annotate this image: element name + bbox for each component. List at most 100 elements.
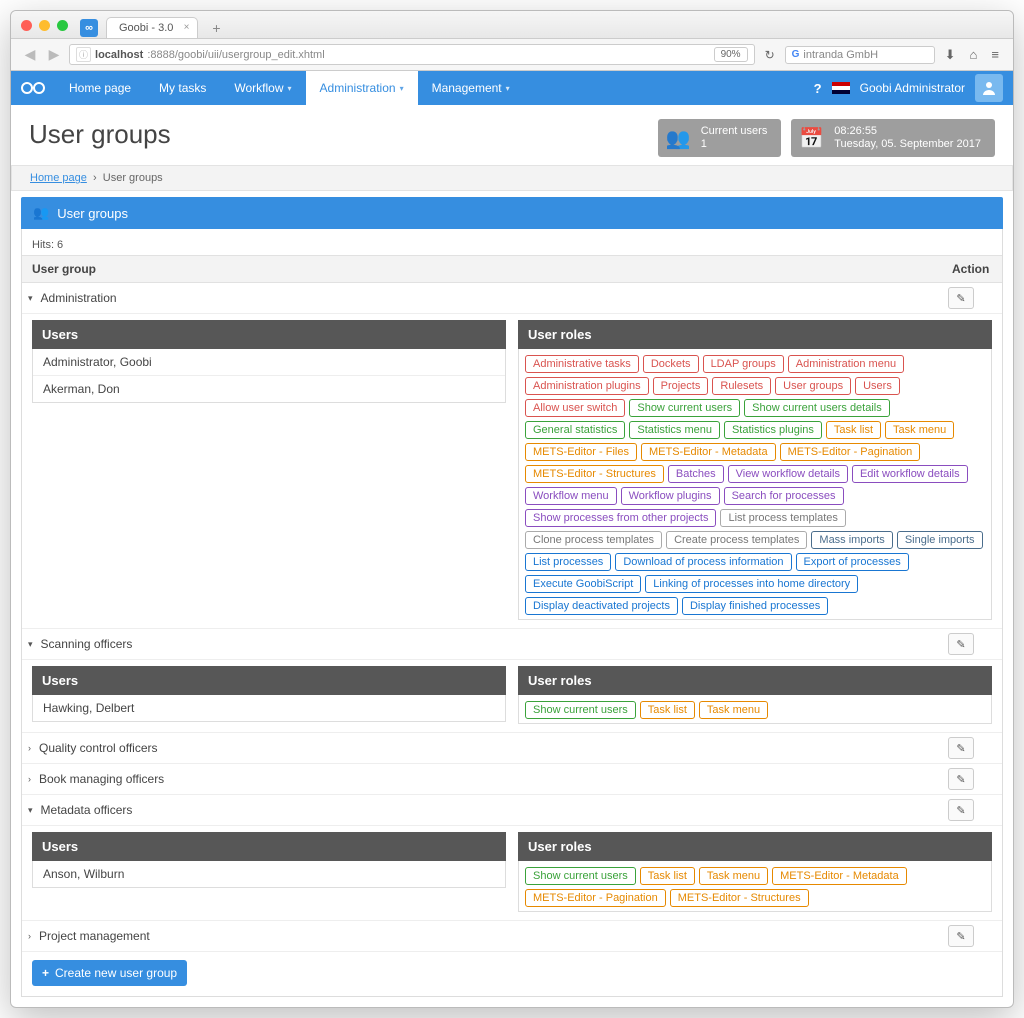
language-flag-icon[interactable] bbox=[832, 82, 850, 94]
edit-button[interactable]: ✎ bbox=[948, 633, 974, 655]
reload-button[interactable]: ↻ bbox=[761, 48, 779, 62]
user-item[interactable]: Administrator, Goobi bbox=[33, 349, 505, 376]
role-tag[interactable]: Allow user switch bbox=[525, 399, 625, 417]
role-tag[interactable]: METS-Editor - Pagination bbox=[780, 443, 921, 461]
role-tag[interactable]: View workflow details bbox=[728, 465, 848, 483]
browser-tab[interactable]: Goobi - 3.0 × bbox=[106, 17, 198, 38]
role-tag[interactable]: METS-Editor - Metadata bbox=[641, 443, 776, 461]
role-tag[interactable]: Linking of processes into home directory bbox=[645, 575, 858, 593]
role-tag[interactable]: Task menu bbox=[699, 701, 768, 719]
user-item[interactable]: Anson, Wilburn bbox=[33, 861, 505, 887]
new-tab-button[interactable]: + bbox=[206, 20, 226, 36]
role-tag[interactable]: Dockets bbox=[643, 355, 699, 373]
nav-my-tasks[interactable]: My tasks bbox=[145, 71, 220, 105]
role-tag[interactable]: Projects bbox=[653, 377, 709, 395]
expand-toggle-icon[interactable]: ▾ bbox=[22, 805, 39, 816]
role-tag[interactable]: Show current users bbox=[525, 867, 636, 885]
close-tab-icon[interactable]: × bbox=[184, 22, 190, 33]
role-tag[interactable]: METS-Editor - Pagination bbox=[525, 889, 666, 907]
role-tag[interactable]: Statistics plugins bbox=[724, 421, 822, 439]
nav-management[interactable]: Management▾ bbox=[418, 71, 524, 105]
user-item[interactable]: Akerman, Don bbox=[33, 376, 505, 402]
role-tag[interactable]: Task list bbox=[640, 867, 695, 885]
role-tag[interactable]: Batches bbox=[668, 465, 724, 483]
expand-toggle-icon[interactable]: › bbox=[22, 774, 37, 784]
role-tag[interactable]: Create process templates bbox=[666, 531, 807, 549]
role-tag[interactable]: Task menu bbox=[699, 867, 768, 885]
current-user[interactable]: Goobi Administrator bbox=[860, 81, 965, 95]
user-item[interactable]: Hawking, Delbert bbox=[33, 695, 505, 721]
zoom-indicator[interactable]: 90% bbox=[714, 47, 748, 62]
role-tag[interactable]: Task list bbox=[640, 701, 695, 719]
role-tag[interactable]: Show processes from other projects bbox=[525, 509, 716, 527]
home-icon[interactable]: ⌂ bbox=[966, 47, 982, 62]
role-tag[interactable]: Rulesets bbox=[712, 377, 771, 395]
user-avatar-icon[interactable] bbox=[975, 74, 1003, 102]
nav-forward[interactable]: ▶ bbox=[45, 46, 63, 63]
role-tag[interactable]: Show current users bbox=[629, 399, 740, 417]
nav-workflow[interactable]: Workflow▾ bbox=[220, 71, 305, 105]
role-tag[interactable]: Workflow plugins bbox=[621, 487, 720, 505]
group-name[interactable]: Book managing officers bbox=[37, 765, 166, 793]
role-tag[interactable]: User groups bbox=[775, 377, 851, 395]
edit-button[interactable]: ✎ bbox=[948, 925, 974, 947]
group-name[interactable]: Administration bbox=[39, 284, 119, 312]
role-tag[interactable]: Show current users bbox=[525, 701, 636, 719]
edit-button[interactable]: ✎ bbox=[948, 799, 974, 821]
role-tag[interactable]: Administration plugins bbox=[525, 377, 649, 395]
role-tag[interactable]: List process templates bbox=[720, 509, 845, 527]
role-tag[interactable]: Mass imports bbox=[811, 531, 892, 549]
role-tag[interactable]: Clone process templates bbox=[525, 531, 662, 549]
column-header-group[interactable]: User group bbox=[22, 256, 942, 282]
minimize-window[interactable] bbox=[39, 20, 50, 31]
nav-back[interactable]: ◀ bbox=[21, 46, 39, 63]
edit-button[interactable]: ✎ bbox=[948, 737, 974, 759]
info-icon[interactable]: ⓘ bbox=[76, 47, 91, 62]
role-tag[interactable]: Statistics menu bbox=[629, 421, 720, 439]
expand-toggle-icon[interactable]: › bbox=[22, 931, 37, 941]
download-icon[interactable]: ⬇ bbox=[941, 47, 960, 63]
edit-button[interactable]: ✎ bbox=[948, 768, 974, 790]
role-tag[interactable]: Users bbox=[855, 377, 900, 395]
role-tag[interactable]: LDAP groups bbox=[703, 355, 784, 373]
role-tag[interactable]: Task list bbox=[826, 421, 881, 439]
help-icon[interactable]: ? bbox=[814, 81, 822, 96]
expand-toggle-icon[interactable]: › bbox=[22, 743, 37, 753]
maximize-window[interactable] bbox=[57, 20, 68, 31]
role-tag[interactable]: Export of processes bbox=[796, 553, 909, 571]
role-tag[interactable]: METS-Editor - Files bbox=[525, 443, 637, 461]
app-logo[interactable] bbox=[11, 71, 55, 105]
expand-toggle-icon[interactable]: ▾ bbox=[22, 293, 39, 304]
role-tag[interactable]: Execute GoobiScript bbox=[525, 575, 641, 593]
role-tag[interactable]: METS-Editor - Metadata bbox=[772, 867, 907, 885]
role-tag[interactable]: Display finished processes bbox=[682, 597, 828, 615]
menu-icon[interactable]: ≡ bbox=[987, 47, 1003, 62]
expand-toggle-icon[interactable]: ▾ bbox=[22, 639, 39, 650]
group-name[interactable]: Metadata officers bbox=[39, 796, 135, 824]
edit-button[interactable]: ✎ bbox=[948, 287, 974, 309]
role-tag[interactable]: Administration menu bbox=[788, 355, 904, 373]
close-window[interactable] bbox=[21, 20, 32, 31]
nav-administration[interactable]: Administration▾ bbox=[306, 71, 418, 105]
browser-search[interactable]: G intranda GmbH bbox=[785, 46, 935, 64]
role-tag[interactable]: Workflow menu bbox=[525, 487, 617, 505]
role-tag[interactable]: List processes bbox=[525, 553, 611, 571]
role-tag[interactable]: Task menu bbox=[885, 421, 954, 439]
role-tag[interactable]: Single imports bbox=[897, 531, 983, 549]
role-tag[interactable]: Search for processes bbox=[724, 487, 844, 505]
group-name[interactable]: Project management bbox=[37, 922, 152, 950]
role-tag[interactable]: METS-Editor - Structures bbox=[670, 889, 809, 907]
address-bar[interactable]: ⓘ localhost :8888/goobi/uii/usergroup_ed… bbox=[69, 44, 755, 65]
nav-home-page[interactable]: Home page bbox=[55, 71, 145, 105]
group-name[interactable]: Scanning officers bbox=[39, 630, 135, 658]
role-tag[interactable]: Administrative tasks bbox=[525, 355, 639, 373]
role-tag[interactable]: Display deactivated projects bbox=[525, 597, 678, 615]
role-tag[interactable]: METS-Editor - Structures bbox=[525, 465, 664, 483]
breadcrumb-home[interactable]: Home page bbox=[30, 172, 87, 184]
role-tag[interactable]: Download of process information bbox=[615, 553, 791, 571]
role-tag[interactable]: Edit workflow details bbox=[852, 465, 968, 483]
group-name[interactable]: Quality control officers bbox=[37, 734, 160, 762]
role-tag[interactable]: Show current users details bbox=[744, 399, 890, 417]
role-tag[interactable]: General statistics bbox=[525, 421, 625, 439]
create-user-group-button[interactable]: + Create new user group bbox=[32, 960, 187, 986]
